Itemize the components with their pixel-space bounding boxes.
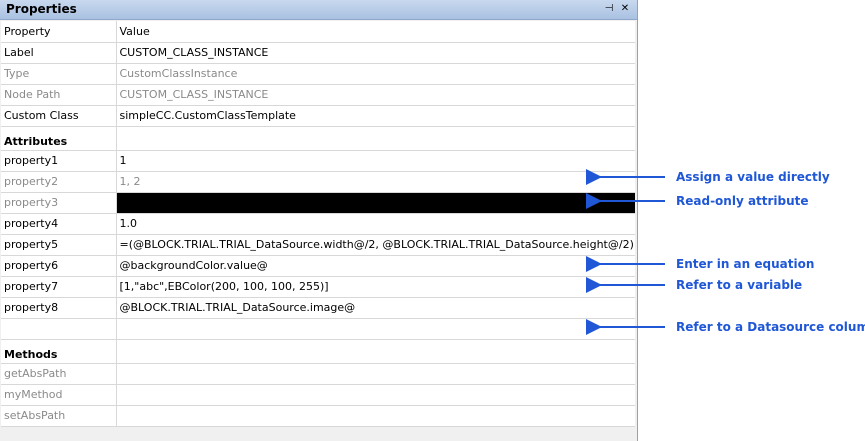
- annotation-datasource: Refer to a Datasource column: [676, 320, 865, 334]
- annotation-assign: Assign a value directly: [676, 170, 830, 184]
- annotation-readonly: Read-only attribute: [676, 194, 809, 208]
- annotation-variable: Refer to a variable: [676, 278, 803, 292]
- annotation-arrows: [586, 169, 665, 335]
- annotation-equation: Enter in an equation: [676, 257, 815, 271]
